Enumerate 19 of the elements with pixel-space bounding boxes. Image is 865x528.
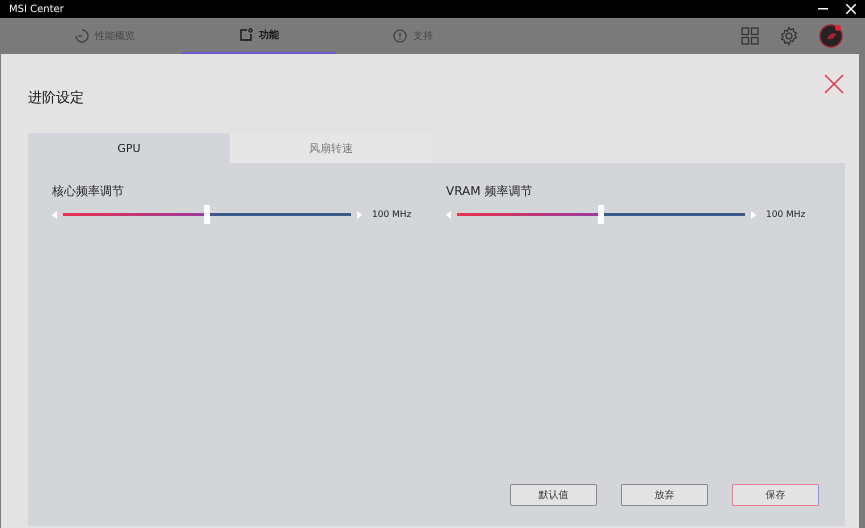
settings-icon[interactable] — [779, 26, 799, 46]
tab[interactable]: GPU — [28, 133, 230, 163]
dialog-button[interactable]: 放弃 — [621, 484, 708, 506]
window-title: MSI Center — [9, 4, 65, 14]
slider-label: VRAM 频率调节 — [446, 183, 534, 200]
dialog-title: 进阶设定 — [28, 89, 84, 107]
avatar-icon[interactable] — [819, 24, 843, 48]
square-icon — [239, 28, 253, 42]
grid-icon[interactable] — [741, 27, 759, 45]
slider-reading: 100 MHz — [766, 210, 806, 220]
slider-thumb[interactable] — [204, 205, 210, 224]
slider-reading: 100 MHz — [372, 210, 412, 220]
gauge-icon — [75, 29, 89, 43]
minimize-icon[interactable] — [818, 8, 828, 10]
dialog-button[interactable]: 默认值 — [510, 484, 597, 506]
save-button[interactable]: 保存 — [732, 484, 819, 506]
slider-thumb[interactable] — [598, 205, 604, 224]
slider-label: 核心频率调节 — [52, 183, 125, 200]
alert-icon — [393, 29, 407, 43]
